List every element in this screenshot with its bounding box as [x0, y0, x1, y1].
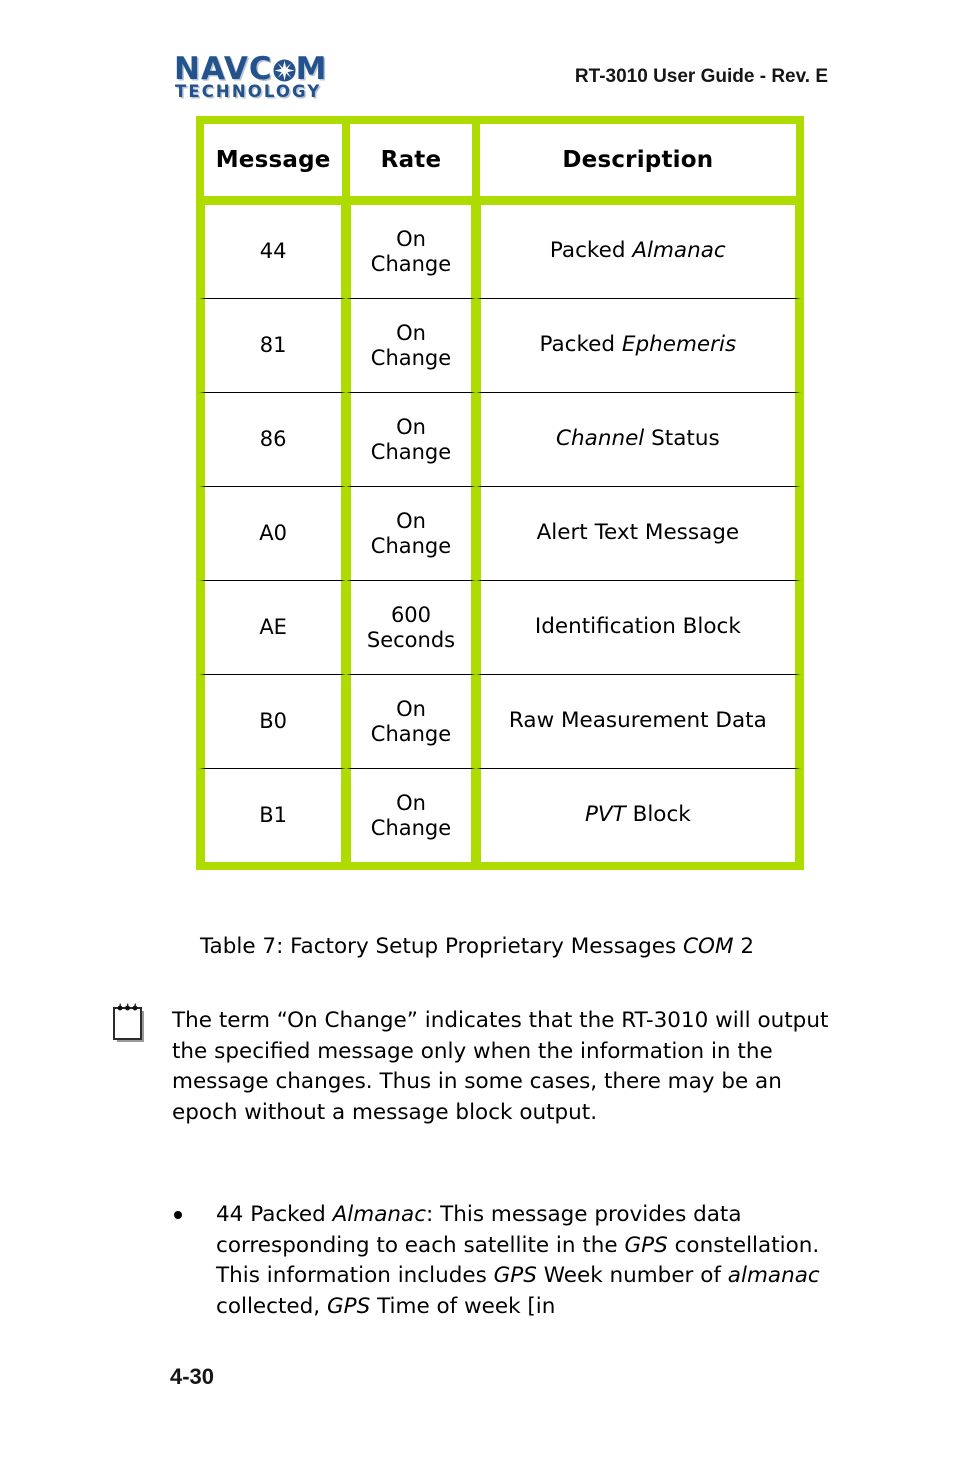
bullet-list: 44 Packed Almanac: This message provides… [168, 1200, 858, 1322]
cell-rate: On Change [346, 768, 476, 867]
caption-text-emphasis: COM [683, 934, 734, 959]
table-header-row: Message Rate Description [199, 119, 801, 200]
page-number: 4-30 [170, 1364, 215, 1389]
logo-wordmark-technology: TECHNOLOGY [175, 82, 322, 101]
table-header: Message Rate Description [199, 119, 801, 200]
bullet-point-icon [174, 1211, 182, 1219]
bullet-text-em5: GPS [326, 1293, 371, 1319]
description-pre: Identification Block [534, 614, 741, 640]
table-row: B0 On Change Raw Measurement Data [199, 674, 801, 768]
note-text: The term “On Change” indicates that the … [172, 1008, 829, 1125]
logo-wordmark-navcom: NAVC M [174, 54, 327, 85]
cell-rate: On Change [346, 298, 476, 392]
cell-description: Packed Almanac [475, 200, 801, 298]
page-header: NAVC M TECHNOLOGY RT-3010 User Guide - R… [0, 52, 954, 110]
proprietary-messages-table-wrapper: Message Rate Description 44 On Change Pack… [196, 116, 804, 870]
table-row: A0 On Change Alert Text Message [199, 486, 801, 580]
bullet-text-seg1: 44 Packed [216, 1202, 333, 1227]
cell-message: 86 [199, 392, 347, 486]
list-item: 44 Packed Almanac: This message provides… [168, 1200, 858, 1322]
cell-message-text: B0 [259, 708, 288, 733]
description-pre: Alert Text Message [536, 520, 740, 546]
cell-message: 44 [199, 200, 347, 298]
cell-message: B1 [199, 768, 347, 867]
cell-message-text: 86 [259, 426, 287, 451]
cell-rate: 600 Seconds [346, 580, 476, 674]
cell-rate: On Change [346, 392, 476, 486]
cell-rate-text: On Change [370, 226, 452, 276]
column-header-description: Description [475, 119, 801, 200]
cell-message-text: 44 [259, 238, 287, 263]
cell-description-text: Packed Almanac [481, 238, 795, 264]
description-post: Status [644, 426, 720, 452]
description-pre: Packed [539, 332, 622, 358]
table-row: 86 On Change Channel Status [199, 392, 801, 486]
bullet-text-em3: GPS [493, 1263, 537, 1289]
cell-message: A0 [199, 486, 347, 580]
cell-message-text: B1 [259, 802, 288, 827]
cell-rate: On Change [346, 674, 476, 768]
cell-description-text: PVT Block [481, 802, 795, 828]
table-caption: Table 7: Factory Setup Proprietary Messa… [0, 934, 954, 959]
table-body: 44 On Change Packed Almanac 81 On Change Pack… [199, 200, 801, 867]
proprietary-messages-table: Message Rate Description 44 On Change Pack… [196, 116, 804, 870]
cell-message: B0 [199, 674, 347, 768]
document-header-title: RT-3010 User Guide - Rev. E [574, 66, 828, 87]
cell-description-text: Alert Text Message [481, 520, 795, 546]
bullet-text-seg4: Week number of [536, 1263, 728, 1289]
bullet-text-em2: GPS [624, 1232, 668, 1258]
cell-message-text: AE [259, 614, 287, 639]
cell-rate-text: On Change [370, 320, 452, 370]
cell-description-text: Packed Ephemeris [481, 332, 795, 358]
cell-description: Alert Text Message [475, 486, 801, 580]
description-emphasis: PVT [584, 802, 626, 828]
bullet-text-seg5: collected, [216, 1293, 327, 1319]
table-row: 81 On Change Packed Ephemeris [199, 298, 801, 392]
navcom-logo: NAVC M TECHNOLOGY [174, 54, 360, 104]
cell-description: Identification Block [475, 580, 801, 674]
cell-rate: On Change [346, 200, 476, 298]
cell-rate-text: On Change [370, 696, 452, 746]
cell-rate: On Change [346, 486, 476, 580]
table-row: B1 On Change PVT Block [199, 768, 801, 867]
star-icon [273, 59, 296, 82]
description-emphasis: Channel [556, 426, 645, 452]
cell-description-text: Identification Block [481, 614, 795, 640]
cell-rate-text: On Change [370, 508, 452, 558]
description-pre: Raw Measurement Data [508, 708, 767, 734]
cell-message-text: A0 [259, 520, 287, 545]
cell-rate-text: On Change [370, 790, 452, 840]
table-row: 44 On Change Packed Almanac [199, 200, 801, 298]
description-pre: Packed [549, 238, 633, 264]
cell-description: Raw Measurement Data [475, 674, 801, 768]
cell-description-text: Channel Status [481, 426, 795, 452]
bullet-text-em1: Almanac [332, 1202, 427, 1227]
table-row: AE 600 Seconds Identification Block [199, 580, 801, 674]
cell-description: Packed Ephemeris [475, 298, 801, 392]
cell-message: AE [199, 580, 347, 674]
description-post: Block [625, 802, 691, 828]
cell-message: 81 [199, 298, 347, 392]
bullet-text-seg6: Time of week [in [370, 1293, 556, 1319]
cell-message-text: 81 [259, 332, 287, 357]
caption-text-pre: Table 7: Factory Setup Proprietary Messa… [199, 934, 684, 959]
column-header-rate: Rate [346, 119, 476, 200]
description-emphasis: Ephemeris [621, 332, 737, 358]
cell-description: Channel Status [475, 392, 801, 486]
cell-rate-text: 600 Seconds [366, 602, 456, 652]
caption-text-post: 2 [733, 934, 755, 959]
cell-description: PVT Block [475, 768, 801, 867]
description-emphasis: Almanac [632, 238, 726, 264]
cell-rate-text: On Change [370, 414, 452, 464]
notepad-icon [110, 1002, 148, 1046]
cell-description-text: Raw Measurement Data [481, 708, 795, 734]
column-header-message: Message [199, 119, 347, 200]
bullet-text-em4: almanac [727, 1263, 820, 1289]
